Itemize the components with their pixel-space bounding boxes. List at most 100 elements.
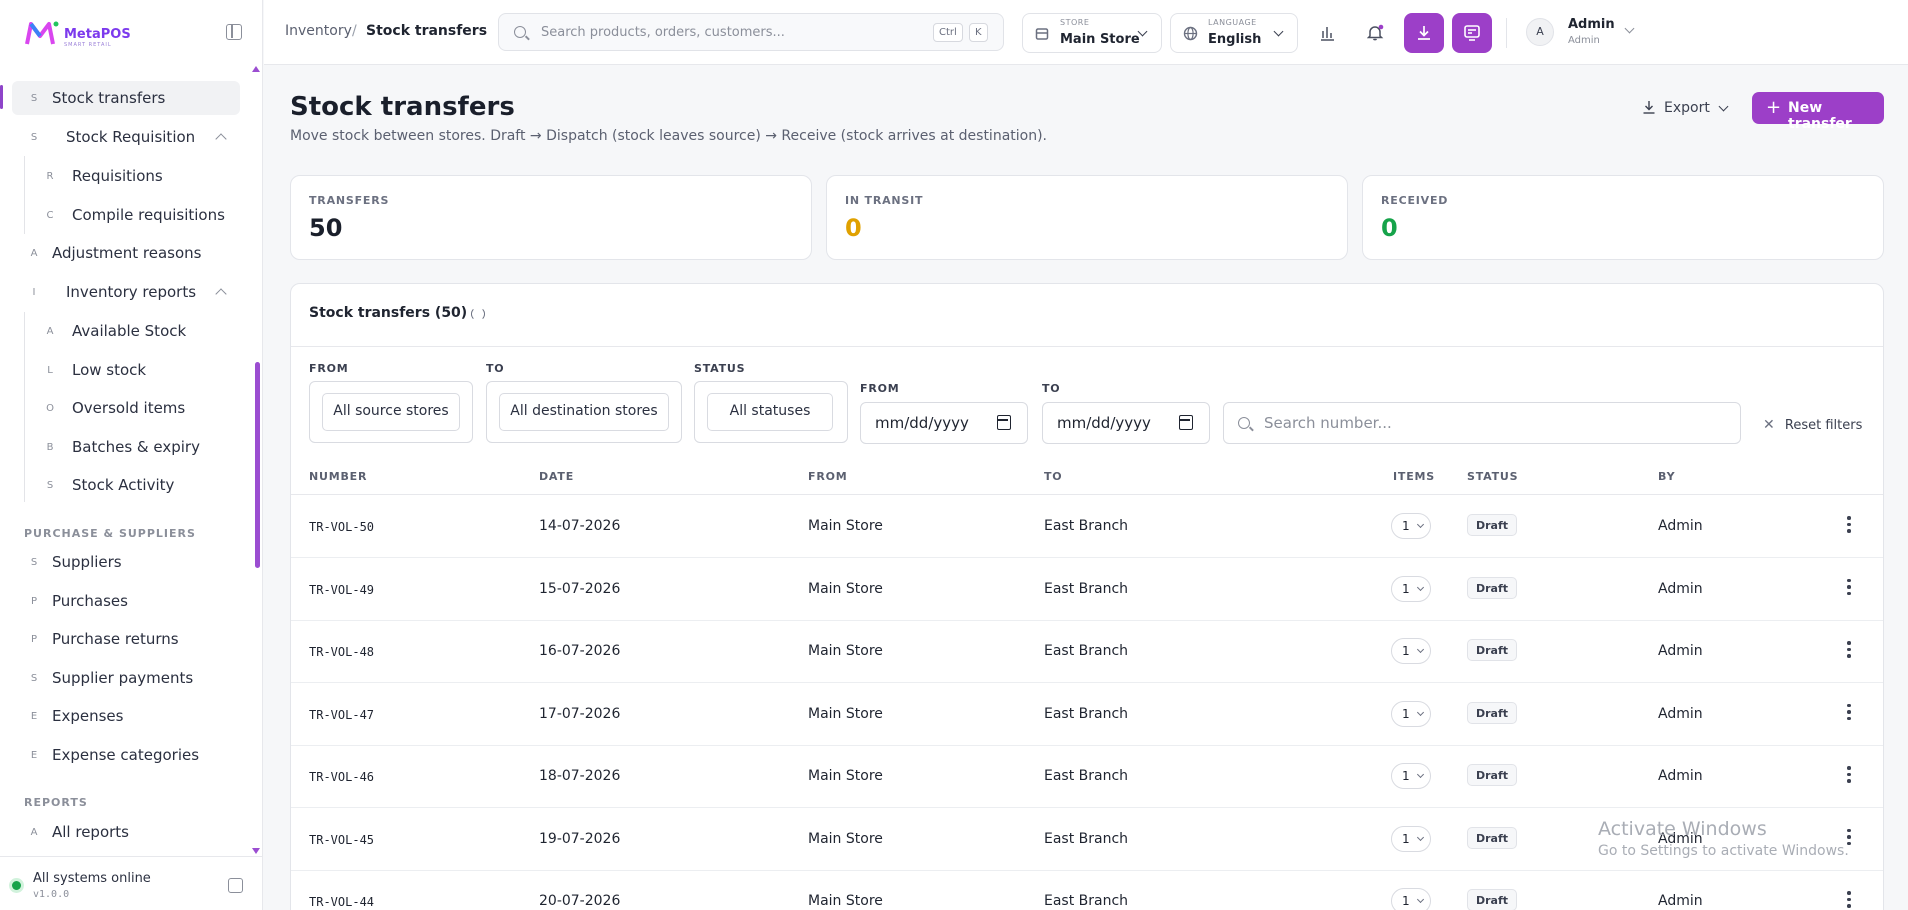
table-row[interactable]: TR-VOL-48 16-07-2026 Main Store East Branch… — [291, 621, 1883, 683]
column-header-date[interactable]: DATE — [539, 470, 574, 483]
bar-chart-icon — [1321, 27, 1334, 41]
more-actions-icon[interactable] — [1847, 766, 1851, 784]
column-header-status[interactable]: STATUS — [1467, 470, 1518, 483]
transfer-number[interactable]: TR-VOL-47 — [309, 708, 374, 722]
items-count-dropdown[interactable]: 1 — [1391, 888, 1431, 910]
stat-value: 0 — [845, 214, 862, 242]
transfer-number[interactable]: TR-VOL-44 — [309, 895, 374, 909]
sidebar-item-low-stock[interactable]: L Low stock — [12, 353, 146, 387]
calendar-icon[interactable] — [997, 415, 1011, 430]
column-header-items[interactable]: ITEMS — [1393, 470, 1435, 483]
more-actions-icon[interactable] — [1847, 703, 1851, 722]
items-count-dropdown[interactable]: 1 — [1391, 825, 1431, 852]
stat-card-transfers: TRANSFERS 50 — [290, 175, 812, 260]
filter-status-select[interactable]: All statuses — [694, 381, 848, 443]
filter-from-select[interactable]: All source stores — [309, 381, 473, 443]
sidebar-item-oversold-items[interactable]: O Oversold items — [12, 391, 185, 425]
reset-filters-button[interactable]: ✕ Reset filters — [1763, 417, 1862, 433]
transfer-to: East Branch — [1044, 580, 1129, 597]
transfer-number[interactable]: TR-VOL-48 — [309, 645, 374, 659]
transfer-number[interactable]: TR-VOL-46 — [309, 770, 374, 784]
transfer-number[interactable]: TR-VOL-49 — [309, 583, 374, 597]
sidebar-item-available-stock[interactable]: A Available Stock — [12, 314, 187, 348]
table-row[interactable]: TR-VOL-47 17-07-2026 Main Store East Branch… — [291, 684, 1883, 746]
sidebar-collapse-icon[interactable] — [228, 878, 243, 893]
column-header-by[interactable]: BY — [1658, 470, 1675, 483]
more-actions-icon[interactable] — [1847, 578, 1851, 597]
more-actions-icon[interactable] — [1847, 516, 1851, 534]
table-row[interactable]: TR-VOL-49 15-07-2026 Main Store East Branch… — [291, 559, 1883, 621]
sidebar-item-stock-activity[interactable]: S Stock Activity — [12, 468, 175, 502]
filter-date-to-input[interactable]: mm/dd/yyyy — [1042, 402, 1210, 444]
scroll-down-arrow-icon[interactable] — [252, 848, 260, 854]
pos-terminal-button[interactable] — [1452, 13, 1492, 53]
breadcrumb-inventory[interactable]: Inventory — [285, 23, 352, 39]
language-selector[interactable]: LANGUAGE English — [1170, 13, 1298, 53]
items-count-dropdown[interactable]: 1 — [1391, 513, 1431, 539]
sidebar-item-compile-requisitions[interactable]: C Compile requisitions — [12, 198, 225, 232]
status-badge: Draft — [1467, 514, 1518, 536]
items-count-dropdown[interactable]: 1 — [1391, 575, 1431, 602]
user-role: Admin — [1568, 35, 1600, 46]
transfer-date: 14-07-2026 — [539, 518, 621, 534]
new-transfer-button[interactable]: + New transfer — [1752, 92, 1884, 132]
sidebar-item-batches-expiry[interactable]: B Batches & expiry — [12, 430, 200, 464]
search-icon — [514, 26, 526, 38]
sidebar-item-adjustment-reasons[interactable]: A Adjustment reasons — [12, 236, 202, 270]
sidebar-item-suppliers[interactable]: S Suppliers — [12, 545, 122, 579]
transfer-number[interactable]: TR-VOL-50 — [309, 520, 374, 534]
transfer-to: East Branch — [1044, 643, 1129, 659]
sidebar-item-expenses[interactable]: E Expenses — [12, 699, 124, 733]
brand-logo[interactable]: MetaPOS SMART RETAIL — [0, 0, 262, 65]
transfer-date: 18-07-2026 — [539, 768, 621, 784]
store-icon — [1035, 28, 1049, 40]
sidebar-item-requisitions[interactable]: R Requisitions — [12, 159, 163, 193]
items-count-dropdown[interactable]: 1 — [1391, 763, 1431, 789]
table-row[interactable]: TR-VOL-46 18-07-2026 Main Store East Branch… — [291, 746, 1883, 808]
nav-letter-icon: A — [30, 247, 38, 259]
chevron-down-icon — [1416, 895, 1425, 904]
calendar-icon[interactable] — [1179, 415, 1193, 430]
sidebar-item-stock-transfers[interactable]: S Stock transfers — [12, 81, 240, 115]
chevron-up-icon[interactable] — [215, 288, 227, 300]
refresh-icon[interactable] — [471, 307, 485, 321]
chevron-up-icon[interactable] — [215, 133, 227, 145]
download-button[interactable] — [1404, 13, 1444, 53]
column-header-to[interactable]: TO — [1044, 470, 1062, 483]
search-number-input[interactable]: Search number... — [1223, 402, 1741, 444]
items-count-dropdown[interactable]: 1 — [1391, 638, 1431, 664]
sidebar-item-inventory-reports[interactable]: I Inventory reports — [12, 275, 197, 309]
sidebar-collapse-icon[interactable] — [226, 24, 242, 40]
sidebar-scrollbar[interactable] — [255, 362, 260, 568]
items-count: 1 — [1402, 644, 1410, 658]
store-selector[interactable]: STORE Main Store — [1022, 13, 1162, 53]
user-menu[interactable]: A Admin Admin — [1526, 14, 1646, 54]
column-header-from[interactable]: FROM — [808, 470, 847, 483]
app-version: v1.0.0 — [33, 889, 70, 900]
sidebar-item-all-reports[interactable]: A All reports — [12, 815, 129, 849]
sidebar-item-label: Stock Activity — [72, 476, 175, 494]
column-header-number[interactable]: NUMBER — [309, 470, 367, 483]
sidebar: MetaPOS SMART RETAIL S Stock transfers S… — [0, 0, 263, 910]
shortcut-key-k: K — [969, 23, 988, 42]
bell-icon — [1367, 24, 1384, 41]
notifications-button[interactable] — [1355, 13, 1395, 53]
scroll-up-arrow-icon[interactable] — [252, 66, 260, 72]
sidebar-item-stock-requisition[interactable]: S Stock Requisition — [12, 120, 195, 154]
sidebar-item-expense-categories[interactable]: E Expense categories — [12, 738, 199, 772]
filter-date-from-input[interactable]: mm/dd/yyyy — [860, 402, 1028, 444]
more-actions-icon[interactable] — [1847, 891, 1851, 909]
nav-letter-icon: E — [30, 749, 38, 761]
sidebar-item-purchases[interactable]: P Purchases — [12, 584, 128, 618]
sidebar-item-supplier-payments[interactable]: S Supplier payments — [12, 661, 193, 695]
more-actions-icon[interactable] — [1847, 641, 1851, 659]
transfer-date: 15-07-2026 — [539, 580, 621, 597]
analytics-button[interactable] — [1307, 13, 1347, 53]
transfer-number[interactable]: TR-VOL-45 — [309, 833, 374, 847]
global-search-input[interactable]: Search products, orders, customers... Ct… — [498, 13, 1004, 51]
sidebar-item-purchase-returns[interactable]: P Purchase returns — [12, 622, 179, 656]
table-row[interactable]: TR-VOL-44 20-07-2026 Main Store East Branch… — [291, 871, 1883, 910]
items-count-dropdown[interactable]: 1 — [1391, 700, 1431, 727]
table-row[interactable]: TR-VOL-50 14-07-2026 Main Store East Branch… — [291, 496, 1883, 558]
filter-to-select[interactable]: All destination stores — [486, 381, 682, 443]
